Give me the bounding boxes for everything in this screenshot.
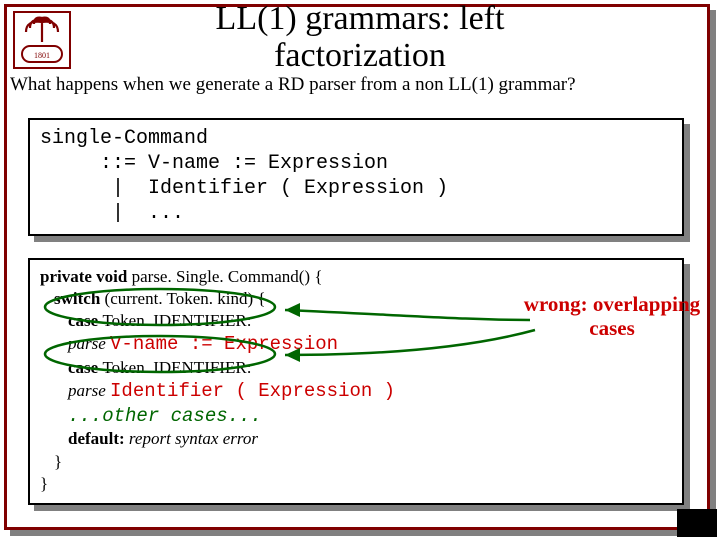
- kw-case-2: case: [68, 358, 102, 377]
- grammar-box: single-Command ::= V-name := Expression …: [28, 118, 684, 236]
- code-l10: }: [40, 474, 48, 493]
- code-l7: ...other cases...: [68, 405, 262, 427]
- code-l6a: parse: [68, 381, 110, 400]
- grammar-line-4: | ...: [40, 202, 184, 225]
- code-l4b: V-name := Expression: [110, 333, 338, 355]
- slide-subtitle: What happens when we generate a RD parse…: [10, 74, 720, 96]
- code-l6b: Identifier ( Expression ): [110, 380, 395, 402]
- grammar-line-2: ::= V-name := Expression: [40, 152, 388, 175]
- code-l8b: report syntax error: [129, 429, 258, 448]
- callout-line-2: cases: [589, 316, 635, 340]
- callout-line-1: wrong: overlapping: [524, 292, 700, 316]
- code-l3b: Token. IDENTIFIER:: [102, 311, 251, 330]
- slide-title: LL(1) grammars: left factorization: [0, 0, 720, 75]
- kw-case-1: case: [68, 311, 102, 330]
- code-l2b: (current. Token. kind) {: [105, 289, 266, 308]
- corner-block: [677, 509, 717, 537]
- kw-private-void: private void: [40, 267, 132, 286]
- title-line-1: LL(1) grammars: left: [216, 0, 505, 37]
- kw-default: default:: [68, 429, 129, 448]
- kw-switch: switch: [54, 289, 105, 308]
- code-l1b: parse. Single. Command() {: [132, 267, 323, 286]
- code-l9: }: [54, 452, 62, 471]
- code-l4a: parse: [68, 334, 110, 353]
- grammar-line-1: single-Command: [40, 127, 208, 150]
- callout-wrong-overlapping: wrong: overlapping cases: [522, 292, 702, 340]
- code-l5b: Token. IDENTIFIER:: [102, 358, 251, 377]
- grammar-line-3: | Identifier ( Expression ): [40, 177, 448, 200]
- title-line-2: factorization: [274, 37, 446, 74]
